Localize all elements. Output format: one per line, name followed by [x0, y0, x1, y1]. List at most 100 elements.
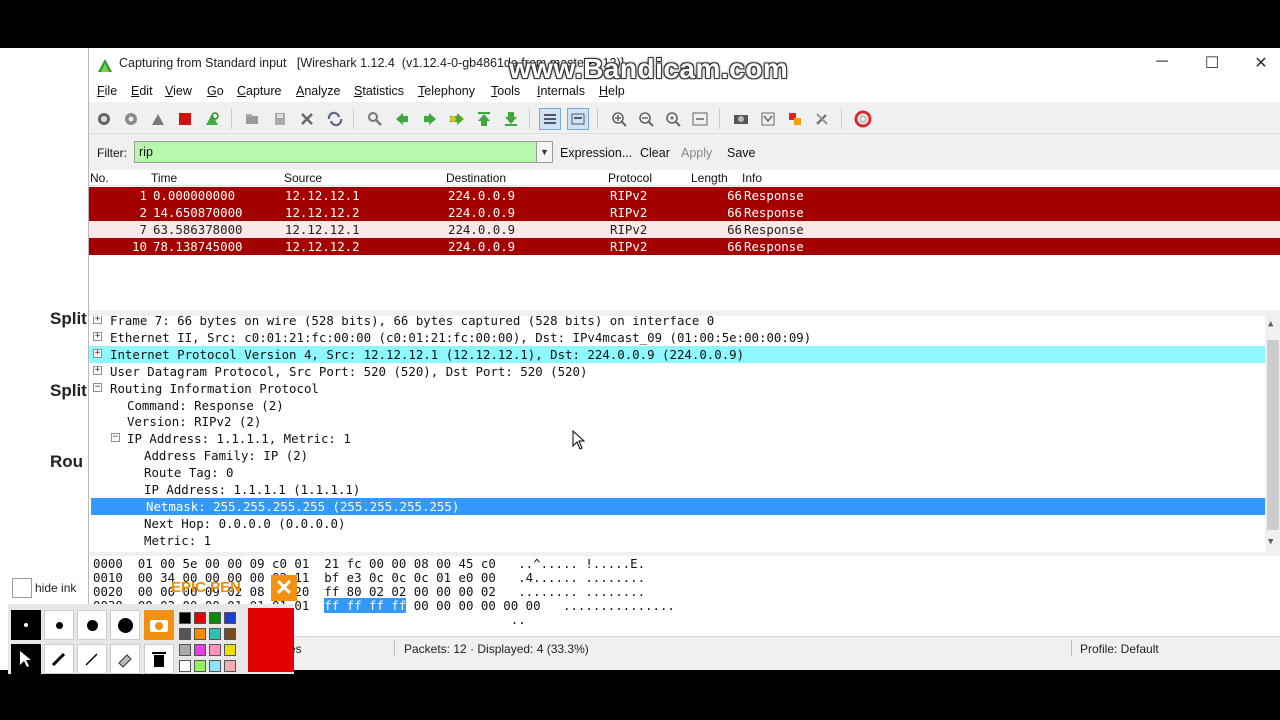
scroll-up-arrow[interactable]: ▲ [1268, 319, 1273, 329]
go-forward-icon[interactable] [419, 108, 441, 130]
details-vscrollbar[interactable]: ▲ ▼ [1265, 316, 1280, 552]
detail-tree-item[interactable]: + Ethernet II, Src: c0:01:21:fc:00:00 (c0… [89, 329, 1265, 346]
camera-icon[interactable] [144, 610, 174, 640]
detail-tree-item[interactable]: Address Family: IP (2) [89, 447, 1265, 464]
color-swatch[interactable] [194, 660, 206, 672]
go-back-icon[interactable] [391, 108, 413, 130]
packet-row[interactable]: 2 14.650870000 12.12.12.2 224.0.0.9 RIPv2 66 R… [89, 204, 1280, 221]
display-filter-input[interactable]: rip [134, 141, 539, 163]
save-filter-button[interactable]: Save [727, 146, 756, 160]
display-filters-icon[interactable] [757, 108, 779, 130]
trash-icon[interactable] [144, 644, 174, 674]
expand-icon[interactable]: + [93, 348, 102, 358]
color-swatch[interactable] [194, 628, 206, 640]
column-header-no[interactable]: No. [90, 171, 109, 185]
column-header-info[interactable]: Info [742, 171, 762, 185]
menu-tools[interactable]: Tools [491, 84, 520, 98]
menu-view[interactable]: View [165, 84, 192, 98]
expand-icon[interactable]: + [93, 331, 102, 341]
go-to-packet-icon[interactable] [446, 108, 468, 130]
resize-columns-icon[interactable] [689, 108, 711, 130]
reload-icon[interactable] [324, 108, 346, 130]
restart-capture-icon[interactable] [201, 108, 223, 130]
close-button[interactable]: ✕ [1246, 53, 1276, 75]
detail-tree-item[interactable]: − IP Address: 1.1.1.1, Metric: 1 [89, 430, 1265, 447]
help-icon[interactable] [852, 108, 874, 130]
apply-filter-button[interactable]: Apply [681, 146, 712, 160]
maximize-button[interactable]: ☐ [1197, 53, 1227, 75]
brush-size-tiny[interactable] [11, 610, 41, 640]
color-swatch[interactable] [209, 628, 221, 640]
scroll-thumb[interactable] [1267, 340, 1279, 530]
detail-tree-item[interactable]: Route Tag: 0 [89, 464, 1265, 481]
preferences-icon[interactable] [811, 108, 833, 130]
find-packet-icon[interactable] [364, 108, 386, 130]
menu-help[interactable]: Help [599, 84, 625, 98]
stop-capture-icon[interactable] [174, 108, 196, 130]
brush-size-large[interactable] [110, 610, 140, 640]
autoscroll-icon[interactable] [567, 108, 589, 130]
close-file-icon[interactable] [296, 108, 318, 130]
zoom-out-icon[interactable] [635, 108, 657, 130]
collapse-icon[interactable]: − [111, 433, 120, 443]
color-swatch[interactable] [224, 660, 236, 672]
capture-options-icon[interactable] [120, 108, 142, 130]
detail-tree-item[interactable]: Metric: 1 [89, 532, 1265, 549]
hide-ink-checkbox[interactable] [12, 578, 32, 598]
color-swatch[interactable] [209, 644, 221, 656]
color-swatch[interactable] [194, 612, 206, 624]
detail-tree-item[interactable]: Command: Response (2) [89, 397, 1265, 414]
colorize-icon[interactable] [539, 108, 561, 130]
detail-tree-item[interactable]: Next Hop: 0.0.0.0 (0.0.0.0) [89, 515, 1265, 532]
color-swatch[interactable] [224, 628, 236, 640]
menu-telephony[interactable]: Telephony [418, 84, 475, 98]
color-swatch[interactable] [224, 612, 236, 624]
detail-tree-item[interactable]: Netmask: 255.255.255.255 (255.255.255.25… [91, 497, 1267, 515]
epic-pen-close-button[interactable]: ✕ [271, 575, 297, 601]
collapse-icon[interactable]: − [93, 382, 102, 392]
profile-indicator[interactable]: Profile: Default [1080, 642, 1159, 656]
expand-icon[interactable]: + [93, 316, 102, 324]
color-swatch[interactable] [179, 612, 191, 624]
scroll-down-arrow[interactable]: ▼ [1268, 537, 1273, 547]
detail-tree-item[interactable]: + User Datagram Protocol, Src Port: 520 (… [89, 363, 1265, 380]
detail-tree-item[interactable]: IP Address: 1.1.1.1 (1.1.1.1) [89, 481, 1265, 498]
packet-row[interactable]: 1 0.000000000 12.12.12.1 224.0.0.9 RIPv2 66 Re… [89, 187, 1280, 204]
menu-analyze[interactable]: Analyze [296, 84, 340, 98]
minimize-button[interactable]: ─ [1147, 53, 1177, 75]
expression-button[interactable]: Expression... [560, 146, 632, 160]
menu-file[interactable]: File [97, 84, 117, 98]
color-swatch[interactable] [179, 660, 191, 672]
pen-tool-icon[interactable] [44, 644, 74, 674]
start-capture-icon[interactable] [147, 108, 169, 130]
zoom-in-icon[interactable] [608, 108, 630, 130]
detail-tree-item[interactable]: − Routing Information Protocol [89, 380, 1265, 397]
column-header-time[interactable]: Time [151, 171, 177, 185]
save-file-icon[interactable] [269, 108, 291, 130]
menu-go[interactable]: Go [207, 84, 224, 98]
column-header-length[interactable]: Length [691, 171, 728, 185]
menu-statistics[interactable]: Statistics [354, 84, 404, 98]
eraser-tool-icon[interactable] [110, 644, 140, 674]
packet-row[interactable]: 10 78.138745000 12.12.12.2 224.0.0.9 RIPv2 66… [89, 238, 1280, 255]
hex-dump-line[interactable]: 0000 01 00 5e 00 00 09 c0 01 21 fc 00 00… [93, 557, 645, 571]
detail-tree-item[interactable]: + Internet Protocol Version 4, Src: 12.12… [89, 345, 1265, 363]
menu-internals[interactable]: Internals [537, 84, 585, 98]
menu-capture[interactable]: Capture [237, 84, 281, 98]
filter-dropdown-button[interactable]: ▼ [536, 141, 553, 163]
capture-filters-icon[interactable] [730, 108, 752, 130]
detail-tree-item[interactable]: Version: RIPv2 (2) [89, 413, 1265, 430]
expand-icon[interactable]: + [93, 365, 102, 375]
brush-size-small[interactable] [44, 610, 74, 640]
color-swatch[interactable] [209, 612, 221, 624]
color-swatch[interactable] [194, 644, 206, 656]
normal-size-icon[interactable] [662, 108, 684, 130]
color-swatch[interactable] [179, 644, 191, 656]
coloring-rules-icon[interactable] [784, 108, 806, 130]
packet-row[interactable]: 7 63.586378000 12.12.12.1 224.0.0.9 RIPv2 66 R… [89, 221, 1280, 238]
go-last-icon[interactable] [500, 108, 522, 130]
open-file-icon[interactable] [241, 108, 263, 130]
clear-filter-button[interactable]: Clear [640, 146, 670, 160]
brush-size-medium[interactable] [77, 610, 107, 640]
color-swatch[interactable] [209, 660, 221, 672]
